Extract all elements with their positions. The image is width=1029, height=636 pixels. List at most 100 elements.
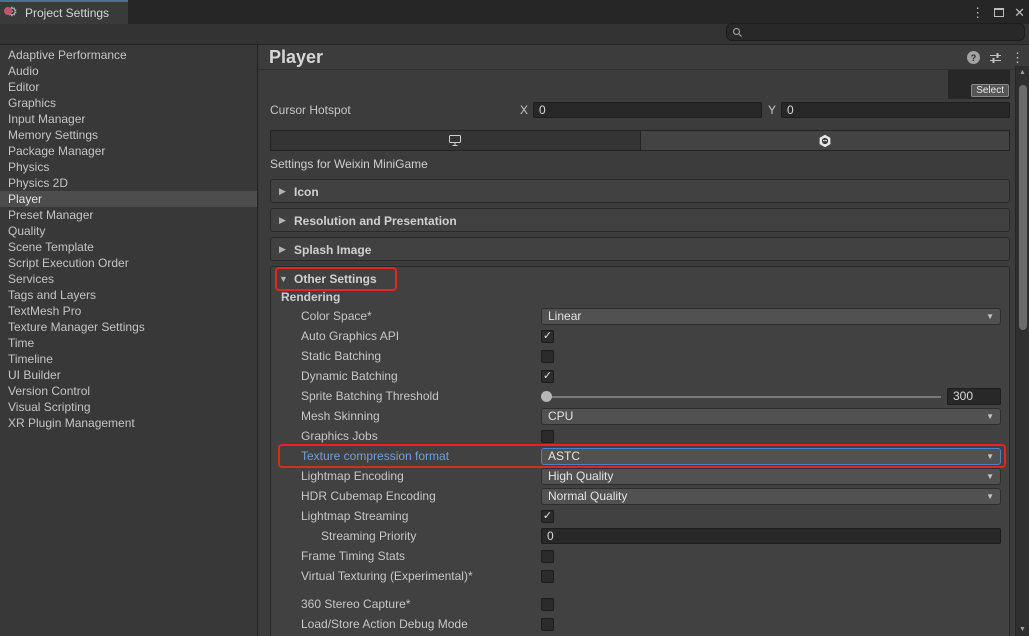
maximize-icon[interactable] xyxy=(994,8,1004,17)
sidebar-item-textmesh-pro[interactable]: TextMesh Pro xyxy=(0,303,257,319)
page-title: Player xyxy=(269,47,323,68)
sidebar-item-time[interactable]: Time xyxy=(0,335,257,351)
panel-header: Player ? ⋮ xyxy=(259,45,1029,70)
platform-note: Settings for Weixin MiniGame xyxy=(270,157,428,171)
streaming-priority-input[interactable]: 0 xyxy=(541,528,1001,544)
sidebar-item-visual-scripting[interactable]: Visual Scripting xyxy=(0,399,257,415)
tab-desktop[interactable] xyxy=(271,131,641,150)
static-batching-checkbox[interactable] xyxy=(541,350,554,363)
section-label: Other Settings xyxy=(294,272,377,286)
cursor-hotspot-label: Cursor Hotspot xyxy=(270,103,514,117)
field-lightmap-streaming: ✓ xyxy=(541,510,1001,523)
scroll-down-icon[interactable]: ▼ xyxy=(1016,626,1029,633)
field-auto-graphics-api: ✓ xyxy=(541,330,1001,343)
chevron-down-icon: ▼ xyxy=(986,472,994,481)
color-space-dropdown[interactable]: Linear▼ xyxy=(541,308,1001,325)
sidebar-item-scene-template[interactable]: Scene Template xyxy=(0,239,257,255)
mesh-skinning-dropdown[interactable]: CPU▼ xyxy=(541,408,1001,425)
graphics-jobs-checkbox[interactable] xyxy=(541,430,554,443)
dropdown-value: Normal Quality xyxy=(548,489,986,504)
sidebar-item-player[interactable]: Player xyxy=(0,191,257,207)
sidebar-item-version-control[interactable]: Version Control xyxy=(0,383,257,399)
field-streaming-priority: 0 xyxy=(541,528,1001,544)
setting-label-lightmap-encoding: Lightmap Encoding xyxy=(301,469,541,483)
tab-weixin-minigame[interactable] xyxy=(641,131,1010,150)
setting-label-load-store-action-debug-mode: Load/Store Action Debug Mode xyxy=(301,617,541,631)
field-frame-timing-stats xyxy=(541,550,1001,563)
sidebar-item-physics-2d[interactable]: Physics 2D xyxy=(0,175,257,191)
sidebar-item-services[interactable]: Services xyxy=(0,271,257,287)
section-header-icon[interactable]: ▶Icon xyxy=(271,180,1009,203)
sidebar-item-package-manager[interactable]: Package Manager xyxy=(0,143,257,159)
slider-handle[interactable] xyxy=(541,391,552,402)
dynamic-batching-checkbox[interactable]: ✓ xyxy=(541,370,554,383)
field-dynamic-batching: ✓ xyxy=(541,370,1001,383)
preset-icon[interactable] xyxy=(989,52,1002,64)
setting-row-load-store-action-debug-mode: Load/Store Action Debug Mode xyxy=(271,614,1009,634)
field-sprite-batching-threshold: 300 xyxy=(541,388,1001,405)
scroll-up-icon[interactable]: ▲ xyxy=(1016,69,1029,76)
sidebar-item-audio[interactable]: Audio xyxy=(0,63,257,79)
hdr-cubemap-encoding-dropdown[interactable]: Normal Quality▼ xyxy=(541,488,1001,505)
sidebar-item-script-execution-order[interactable]: Script Execution Order xyxy=(0,255,257,271)
sidebar-item-adaptive-performance[interactable]: Adaptive Performance xyxy=(0,47,257,63)
load-store-action-debug-mode-checkbox[interactable] xyxy=(541,618,554,631)
setting-label-graphics-jobs: Graphics Jobs xyxy=(301,429,541,443)
360-stereo-capture-checkbox[interactable] xyxy=(541,598,554,611)
auto-graphics-api-checkbox[interactable]: ✓ xyxy=(541,330,554,343)
lightmap-streaming-checkbox[interactable]: ✓ xyxy=(541,510,554,523)
player-settings-panel: Player ? ⋮ Select Cursor Hotspot X 0 Y 0 xyxy=(259,45,1029,636)
search-field[interactable] xyxy=(726,23,1025,41)
x-axis-label: X xyxy=(520,103,528,117)
sidebar-item-graphics[interactable]: Graphics xyxy=(0,95,257,111)
section-icon: ▶Icon xyxy=(270,179,1010,203)
field-load-store-action-debug-mode xyxy=(541,618,1001,631)
project-settings-tab[interactable]: ⚙ Project Settings xyxy=(0,0,128,24)
setting-label-mesh-skinning: Mesh Skinning xyxy=(301,409,541,423)
setting-row-frame-timing-stats: Frame Timing Stats xyxy=(271,546,1009,566)
section-label: Splash Image xyxy=(294,243,371,257)
default-cursor-texture-well[interactable]: Select xyxy=(948,70,1010,99)
sidebar-item-physics[interactable]: Physics xyxy=(0,159,257,175)
sidebar-item-tags-and-layers[interactable]: Tags and Layers xyxy=(0,287,257,303)
virtual-texturing-experimental-checkbox[interactable] xyxy=(541,570,554,583)
checkmark-icon: ✓ xyxy=(543,371,552,382)
sidebar-item-preset-manager[interactable]: Preset Manager xyxy=(0,207,257,223)
close-icon[interactable]: ✕ xyxy=(1014,6,1025,19)
field-virtual-texturing-experimental xyxy=(541,570,1001,583)
setting-row-mesh-skinning: Mesh SkinningCPU▼ xyxy=(271,406,1009,426)
monitor-icon xyxy=(448,134,462,147)
foldout-collapsed-icon: ▶ xyxy=(279,186,288,197)
select-button[interactable]: Select xyxy=(971,84,1009,97)
vertical-scrollbar[interactable]: ▲ ▼ xyxy=(1015,66,1029,636)
sidebar-item-texture-manager-settings[interactable]: Texture Manager Settings xyxy=(0,319,257,335)
section-header-resolution-and-presentation[interactable]: ▶Resolution and Presentation xyxy=(271,209,1009,232)
toolbar xyxy=(0,24,1029,45)
panel-menu-icon[interactable]: ⋮ xyxy=(1011,51,1024,64)
help-icon[interactable]: ? xyxy=(967,51,980,64)
dropdown-value: Linear xyxy=(548,309,986,324)
frame-timing-stats-checkbox[interactable] xyxy=(541,550,554,563)
sidebar-item-timeline[interactable]: Timeline xyxy=(0,351,257,367)
sidebar-item-editor[interactable]: Editor xyxy=(0,79,257,95)
sidebar-item-ui-builder[interactable]: UI Builder xyxy=(0,367,257,383)
cursor-hotspot-y-input[interactable]: 0 xyxy=(781,102,1010,118)
lightmap-encoding-dropdown[interactable]: High Quality▼ xyxy=(541,468,1001,485)
scrollbar-thumb[interactable] xyxy=(1019,85,1027,330)
sidebar-item-memory-settings[interactable]: Memory Settings xyxy=(0,127,257,143)
search-input[interactable] xyxy=(747,26,1007,38)
sprite-batching-threshold-value-input[interactable]: 300 xyxy=(947,388,1001,405)
section-header-other-settings[interactable]: ▼ Other Settings xyxy=(271,267,1009,290)
cursor-hotspot-x-input[interactable]: 0 xyxy=(533,102,762,118)
field-texture-compression-format: ASTC▼ xyxy=(541,448,1001,465)
sprite-batching-threshold-slider[interactable]: 300 xyxy=(541,388,1001,405)
setting-label-sprite-batching-threshold: Sprite Batching Threshold xyxy=(301,389,541,403)
section-label: Resolution and Presentation xyxy=(294,214,457,228)
foldout-expanded-icon: ▼ xyxy=(279,274,288,284)
sidebar-item-quality[interactable]: Quality xyxy=(0,223,257,239)
sidebar-item-xr-plugin-management[interactable]: XR Plugin Management xyxy=(0,415,257,431)
sidebar-item-input-manager[interactable]: Input Manager xyxy=(0,111,257,127)
section-header-splash-image[interactable]: ▶Splash Image xyxy=(271,238,1009,261)
window-menu-icon[interactable]: ⋮ xyxy=(971,6,984,19)
texture-compression-format-dropdown[interactable]: ASTC▼ xyxy=(541,448,1001,465)
